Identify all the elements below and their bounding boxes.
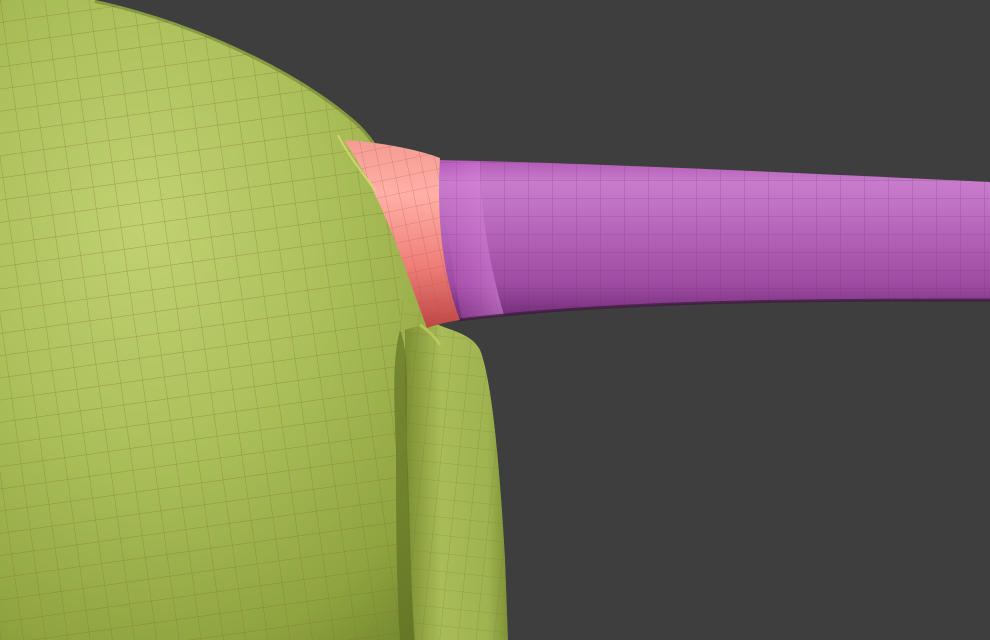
scene-canvas[interactable] (0, 0, 990, 640)
3d-viewport[interactable] (0, 0, 990, 640)
